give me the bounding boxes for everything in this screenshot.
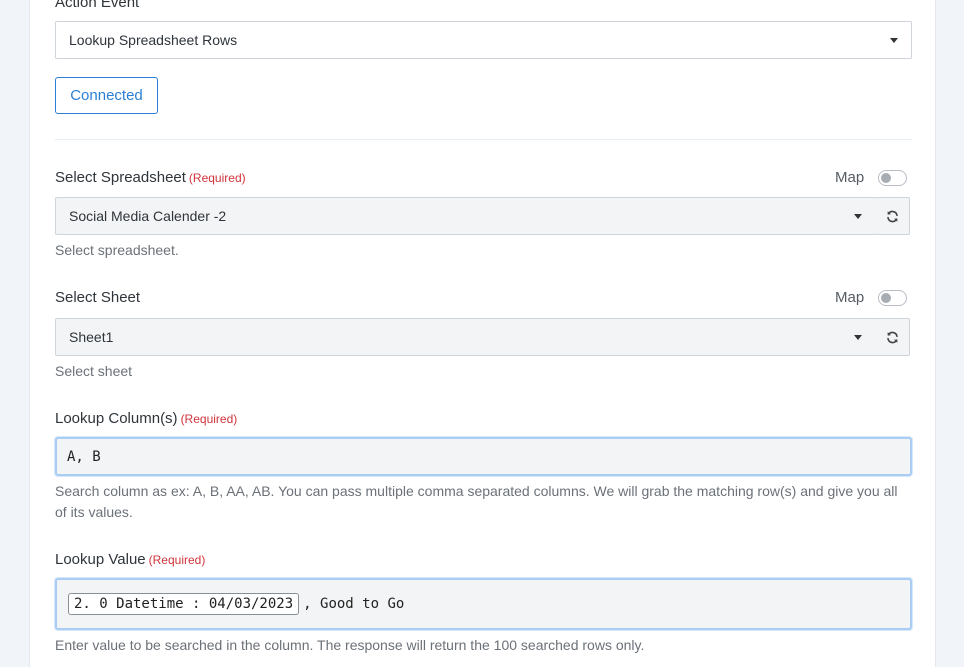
refresh-icon bbox=[886, 331, 898, 343]
action-event-value: Lookup Spreadsheet Rows bbox=[69, 32, 238, 48]
spreadsheet-select[interactable]: Social Media Calender -2 bbox=[55, 197, 876, 235]
datetime-variable-chip[interactable]: 2. 0 Datetime : 04/03/2023 bbox=[68, 593, 300, 615]
required-tag: (Required) bbox=[180, 412, 238, 426]
spreadsheet-value: Social Media Calender -2 bbox=[69, 208, 227, 224]
toggle-knob bbox=[881, 173, 891, 183]
refresh-icon bbox=[886, 210, 898, 222]
required-tag: (Required) bbox=[148, 553, 206, 567]
map-toggle-sheet[interactable] bbox=[878, 290, 907, 306]
lookup-value-input[interactable]: 2. 0 Datetime : 04/03/2023 , Good to Go bbox=[55, 578, 912, 630]
select-spreadsheet-label: Select Spreadsheet (Required) bbox=[55, 169, 246, 186]
map-label: Map bbox=[835, 169, 865, 186]
select-spreadsheet-label-text: Select Spreadsheet bbox=[55, 169, 186, 186]
required-tag: (Required) bbox=[188, 171, 246, 185]
action-event-label: Action Event bbox=[55, 0, 140, 11]
refresh-spreadsheet-button[interactable] bbox=[875, 197, 910, 235]
refresh-sheet-button[interactable] bbox=[875, 318, 910, 356]
lookup-value-suffix: , Good to Go bbox=[303, 596, 405, 612]
action-event-select[interactable]: Lookup Spreadsheet Rows bbox=[55, 21, 912, 59]
lookup-value-help: Enter value to be searched in the column… bbox=[55, 637, 645, 653]
select-sheet-label: Select Sheet bbox=[55, 289, 141, 306]
sheet-value: Sheet1 bbox=[69, 329, 114, 345]
caret-down-icon bbox=[890, 38, 898, 43]
sheet-help: Select sheet bbox=[55, 363, 133, 379]
lookup-columns-help: Search column as ex: A, B, AA, AB. You c… bbox=[55, 483, 898, 520]
sheet-select[interactable]: Sheet1 bbox=[55, 318, 876, 356]
toggle-knob bbox=[881, 293, 891, 303]
spreadsheet-help: Select spreadsheet. bbox=[55, 242, 179, 258]
lookup-columns-value: A, B bbox=[67, 448, 101, 465]
form-card: Action Event Lookup Spreadsheet Rows Con… bbox=[29, 0, 936, 667]
divider bbox=[55, 139, 912, 140]
lookup-value-label-text: Lookup Value bbox=[55, 551, 146, 568]
lookup-columns-label: Lookup Column(s) (Required) bbox=[55, 410, 237, 427]
caret-down-icon bbox=[854, 214, 862, 219]
lookup-value-label: Lookup Value (Required) bbox=[55, 551, 205, 568]
map-label: Map bbox=[835, 289, 865, 306]
lookup-columns-input[interactable]: A, B bbox=[55, 437, 912, 476]
map-toggle-spreadsheet[interactable] bbox=[878, 170, 907, 186]
caret-down-icon bbox=[854, 335, 862, 340]
lookup-columns-label-text: Lookup Column(s) bbox=[55, 410, 178, 427]
connected-button[interactable]: Connected bbox=[55, 77, 158, 114]
